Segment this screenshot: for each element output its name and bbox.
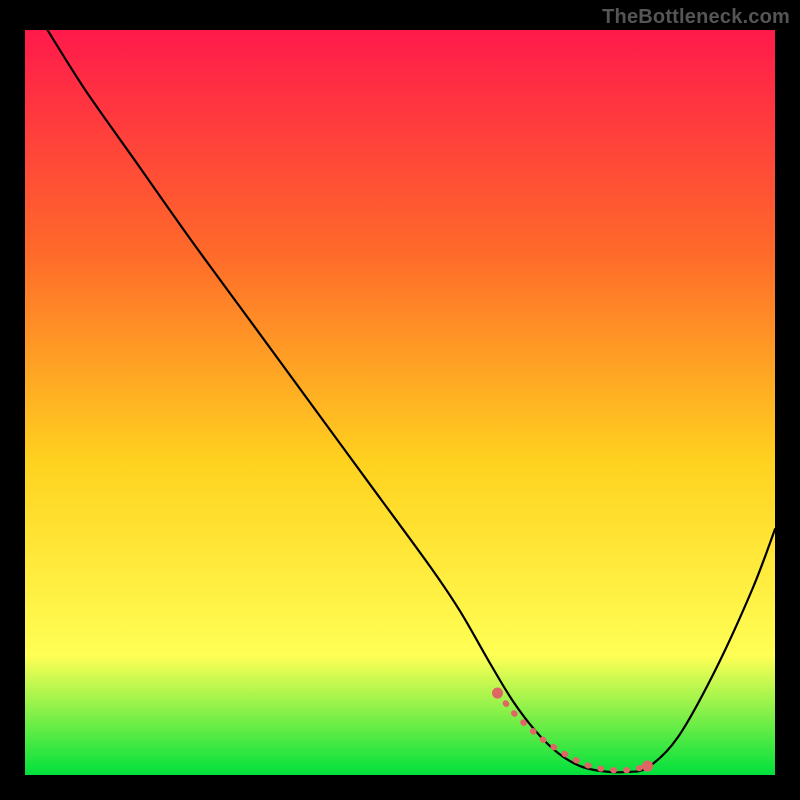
optimal-range-endpoint xyxy=(642,761,653,772)
optimal-range-endpoint xyxy=(492,688,503,699)
gradient-background xyxy=(25,30,775,775)
bottleneck-plot xyxy=(25,30,775,775)
chart-svg xyxy=(25,30,775,775)
watermark-text: TheBottleneck.com xyxy=(602,6,790,29)
chart-stage: TheBottleneck.com xyxy=(0,0,800,800)
